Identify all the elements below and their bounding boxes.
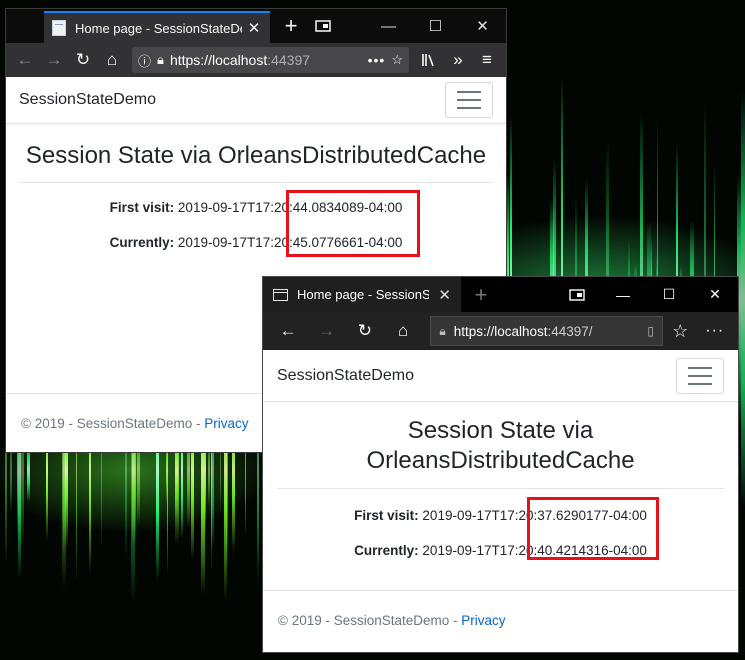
page-heading-line1: Session State via xyxy=(407,417,594,444)
firefox-window-controls: — ☐ ✕ xyxy=(365,9,506,43)
main-content: Session State via OrleansDistributedCach… xyxy=(6,142,506,250)
highlight-box xyxy=(527,497,659,560)
currently-label: Currently: xyxy=(109,235,175,250)
library-icon[interactable] xyxy=(416,47,442,73)
forward-arrow-icon[interactable]: → xyxy=(41,47,67,73)
home-icon[interactable]: ⌂ xyxy=(99,47,125,73)
edge-window-controls: — ☐ ✕ xyxy=(554,277,738,312)
reload-icon[interactable]: ↻ xyxy=(346,313,384,349)
back-arrow-icon[interactable]: ← xyxy=(12,47,38,73)
minimize-icon[interactable]: — xyxy=(365,9,412,43)
edge-page-content: SessionStateDemo Session State via Orlea… xyxy=(263,350,738,652)
page-heading-line2: OrleansDistributedCache xyxy=(366,447,635,474)
url-port: :44397/ xyxy=(547,323,593,339)
footer-copyright: © 2019 - SessionStateDemo - xyxy=(21,416,205,431)
url-host: https://localhost xyxy=(169,52,268,68)
privacy-link[interactable]: Privacy xyxy=(461,613,505,628)
firefox-active-tab[interactable]: Home page - SessionStateDemo ✕ xyxy=(44,11,270,43)
close-window-icon[interactable]: ✕ xyxy=(459,9,506,43)
url-port: :44397 xyxy=(267,52,311,68)
page-heading: Session State via OrleansDistributedCach… xyxy=(263,416,738,476)
maximize-icon[interactable]: ☐ xyxy=(646,277,692,312)
heading-divider xyxy=(19,182,493,183)
firefox-navigation-toolbar: ← → ↻ ⌂ ⓘ 🔒︎ https://localhost:44397 •••… xyxy=(6,43,506,77)
currently-line: Currently: 2019-09-17T17:20:45.0776661-0… xyxy=(6,235,506,250)
highlight-box xyxy=(286,190,420,257)
info-icon[interactable]: ⓘ xyxy=(138,51,151,70)
site-footer: © 2019 - SessionStateDemo - Privacy xyxy=(263,590,738,650)
heading-divider xyxy=(277,488,724,489)
home-icon[interactable]: ⌂ xyxy=(384,313,422,349)
toggler-bar xyxy=(457,91,481,93)
lock-icon[interactable]: 🔒︎ xyxy=(439,324,445,339)
page-actions-icon[interactable]: ••• xyxy=(368,52,386,68)
privacy-link[interactable]: Privacy xyxy=(204,416,248,431)
edge-active-tab[interactable]: Home page - SessionStateDemo ✕ xyxy=(263,277,461,312)
toggler-bar xyxy=(457,99,481,101)
navbar-toggler-button[interactable] xyxy=(445,82,493,118)
url-text: https://localhost:44397/ xyxy=(454,324,640,339)
page-heading: Session State via OrleansDistributedCach… xyxy=(25,142,487,169)
settings-more-icon[interactable]: ··· xyxy=(698,313,733,349)
brand-link[interactable]: SessionStateDemo xyxy=(19,91,156,109)
firefox-tab-title: Home page - SessionStateDemo xyxy=(75,20,242,36)
page-favicon-icon xyxy=(52,20,66,36)
insecure-lock-warning-icon[interactable]: 🔒︎ xyxy=(157,52,164,68)
minimize-icon[interactable]: — xyxy=(600,277,646,312)
edge-tab-strip: Home page - SessionStateDemo ✕ + — ☐ ✕ xyxy=(263,277,738,312)
forward-arrow-icon[interactable]: → xyxy=(307,313,345,349)
back-arrow-icon[interactable]: ← xyxy=(269,313,307,349)
toggler-bar xyxy=(688,374,712,377)
edge-address-bar[interactable]: 🔒︎ https://localhost:44397/ ▯ xyxy=(430,316,663,346)
footer-copyright: © 2019 - SessionStateDemo - xyxy=(278,613,462,628)
edge-navigation-toolbar: ← → ↻ ⌂ 🔒︎ https://localhost:44397/ ▯ ☆ … xyxy=(263,312,738,350)
tab-page-icon xyxy=(273,288,288,301)
firefox-tab-strip: Home page - SessionStateDemo ✕ + — ☐ ✕ xyxy=(6,9,506,43)
reload-icon[interactable]: ↻ xyxy=(70,47,96,73)
site-navbar: SessionStateDemo xyxy=(6,77,506,124)
first-visit-label: First visit: xyxy=(109,200,175,215)
new-tab-button[interactable]: + xyxy=(461,283,501,306)
maximize-icon[interactable]: ☐ xyxy=(412,9,459,43)
currently-label: Currently: xyxy=(354,543,419,558)
brand-link[interactable]: SessionStateDemo xyxy=(277,367,414,385)
hamburger-menu-icon[interactable]: ≡ xyxy=(474,47,500,73)
overflow-chevron-icon[interactable]: » xyxy=(445,47,471,73)
reading-view-icon[interactable]: ▯ xyxy=(647,324,654,338)
spectrum-bar xyxy=(741,91,745,509)
first-visit-label: First visit: xyxy=(354,508,419,523)
set-tabs-aside-icon[interactable] xyxy=(554,277,600,312)
toggler-bar xyxy=(457,107,481,109)
close-tab-icon[interactable]: ✕ xyxy=(246,19,262,37)
toggler-bar xyxy=(688,382,712,385)
first-visit-line: First visit: 2019-09-17T17:20:44.0834089… xyxy=(6,200,506,215)
container-tab-icon[interactable] xyxy=(308,11,338,41)
edge-window: Home page - SessionStateDemo ✕ + — ☐ ✕ ←… xyxy=(262,276,739,653)
favorite-star-icon[interactable]: ☆ xyxy=(663,313,698,349)
site-navbar: SessionStateDemo xyxy=(263,350,738,402)
main-content: Session State via OrleansDistributedCach… xyxy=(263,416,738,558)
bookmark-star-icon[interactable]: ☆ xyxy=(391,52,403,68)
close-window-icon[interactable]: ✕ xyxy=(692,277,738,312)
navbar-toggler-button[interactable] xyxy=(676,357,724,394)
currently-line: Currently: 2019-09-17T17:20:40.4214316-0… xyxy=(263,543,738,558)
new-tab-button[interactable]: + xyxy=(274,15,308,37)
toggler-bar xyxy=(688,366,712,369)
edge-tab-title: Home page - SessionStateDemo xyxy=(297,287,430,302)
close-tab-icon[interactable]: ✕ xyxy=(438,286,451,304)
first-visit-line: First visit: 2019-09-17T17:20:37.6290177… xyxy=(263,508,738,523)
url-text: https://localhost:44397 xyxy=(170,52,362,68)
url-host: https://localhost xyxy=(453,323,548,339)
firefox-address-bar[interactable]: ⓘ 🔒︎ https://localhost:44397 ••• ☆ xyxy=(132,47,409,73)
